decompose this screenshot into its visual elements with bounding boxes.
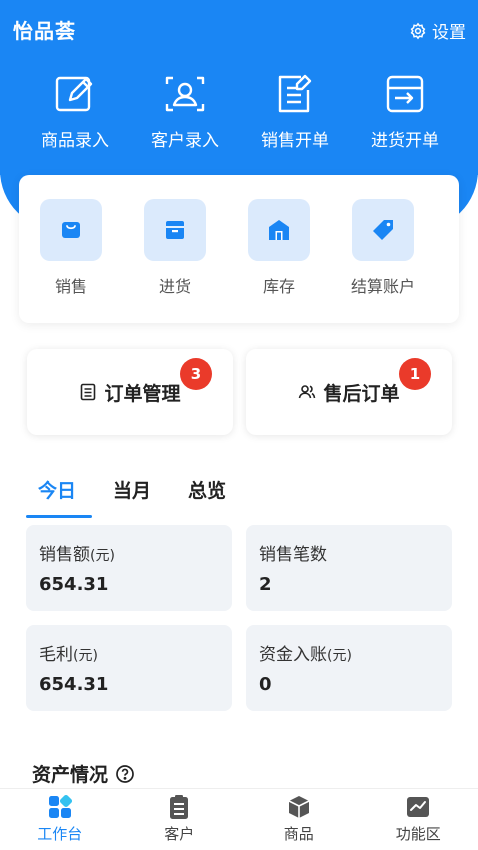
quick-label: 商品录入 xyxy=(41,131,109,151)
bottom-nav: 工作台 客户 商品 功能区 xyxy=(0,788,478,850)
order-count-badge: 3 xyxy=(180,358,212,390)
tab-overview[interactable]: 总览 xyxy=(188,476,226,503)
stat-card-gross-profit: 毛利(元) 654.31 xyxy=(26,625,232,711)
stat-label-row: 销售额(元) xyxy=(39,540,219,565)
panel-item-inventory[interactable]: 库存 xyxy=(227,199,331,323)
order-card-label: 售后订单 xyxy=(323,382,400,405)
stat-label-row: 销售笔数 xyxy=(259,540,439,565)
assets-title: 资产情况 xyxy=(32,764,109,786)
cube-icon xyxy=(288,796,310,818)
order-management-card[interactable]: 订单管理 3 xyxy=(27,349,233,435)
stat-card-funds-received: 资金入账(元) 0 xyxy=(246,625,452,711)
panel-item-accounts[interactable]: 结算账户 xyxy=(331,199,435,323)
inbox-arrow-icon xyxy=(386,75,424,113)
stat-value: 654.31 xyxy=(39,574,109,595)
quick-customer-entry[interactable]: 客户录入 xyxy=(130,72,240,151)
nav-label: 工作台 xyxy=(37,825,83,843)
settings-label: 设置 xyxy=(432,23,466,43)
stat-value: 2 xyxy=(259,574,272,595)
help-circle-icon[interactable] xyxy=(115,764,135,784)
stat-card-sales-count: 销售笔数 2 xyxy=(246,525,452,611)
quick-product-entry[interactable]: 商品录入 xyxy=(20,72,130,151)
quick-actions: 商品录入 客户录入 销售开单 进货开单 xyxy=(20,72,460,151)
nav-workbench[interactable]: 工作台 xyxy=(0,789,120,850)
stat-label: 资金入账 xyxy=(259,645,327,665)
gear-icon xyxy=(410,22,426,39)
nav-label: 客户 xyxy=(164,825,195,843)
function-panel: 销售 进货 库存 结算账户 xyxy=(19,175,459,323)
stat-value: 654.31 xyxy=(39,674,109,695)
warehouse-icon xyxy=(269,220,289,240)
stat-label: 毛利 xyxy=(39,645,73,665)
stat-label-row: 毛利(元) xyxy=(39,640,219,665)
brand-title: 怡品荟 xyxy=(13,19,76,43)
panel-item-sales[interactable]: 销售 xyxy=(19,199,123,323)
chart-window-icon xyxy=(407,797,430,817)
panel-item-purchase[interactable]: 进货 xyxy=(123,199,227,323)
quick-purchase-order[interactable]: 进货开单 xyxy=(350,72,460,151)
order-card-label: 订单管理 xyxy=(104,382,181,405)
panel-icon-box xyxy=(248,199,310,261)
dashboard-icon xyxy=(48,794,72,818)
doc-write-icon xyxy=(278,74,312,113)
active-tab-indicator xyxy=(26,515,92,518)
after-sales-badge: 1 xyxy=(399,358,431,390)
nav-functions[interactable]: 功能区 xyxy=(359,789,478,850)
stat-label: 销售笔数 xyxy=(259,545,327,565)
after-sales-card[interactable]: 售后订单 1 xyxy=(246,349,452,435)
stats-tabs: 今日 当月 总览 xyxy=(38,476,226,503)
panel-label: 销售 xyxy=(54,277,87,296)
nav-label: 功能区 xyxy=(395,825,441,843)
bag-icon xyxy=(62,222,80,238)
quick-label: 客户录入 xyxy=(151,131,219,151)
tab-month[interactable]: 当月 xyxy=(113,476,151,503)
nav-label: 商品 xyxy=(283,825,314,843)
nav-customers[interactable]: 客户 xyxy=(120,789,240,850)
tag-icon xyxy=(373,220,393,240)
panel-icon-box xyxy=(352,199,414,261)
stat-label: 销售额 xyxy=(39,545,90,565)
stat-unit: (元) xyxy=(327,648,352,664)
box-icon xyxy=(166,221,184,239)
panel-label: 进货 xyxy=(158,277,191,296)
panel-label: 结算账户 xyxy=(350,277,415,296)
quick-sales-order[interactable]: 销售开单 xyxy=(240,72,350,151)
user-card-icon xyxy=(165,76,205,112)
settings-button[interactable]: 设置 xyxy=(409,18,466,43)
stat-label-row: 资金入账(元) xyxy=(259,640,439,665)
tab-today[interactable]: 今日 xyxy=(38,476,76,503)
stat-value: 0 xyxy=(259,674,272,695)
quick-label: 进货开单 xyxy=(371,131,439,151)
assets-section-title: 资产情况 xyxy=(32,760,135,787)
quick-label: 销售开单 xyxy=(261,131,329,151)
panel-icon-box xyxy=(144,199,206,261)
edit-icon xyxy=(55,76,93,112)
clipboard-icon xyxy=(170,795,189,819)
users-icon xyxy=(299,385,316,399)
list-icon xyxy=(81,383,96,401)
panel-label: 库存 xyxy=(262,277,295,296)
stat-unit: (元) xyxy=(90,548,115,564)
panel-icon-box xyxy=(40,199,102,261)
stat-card-sales-amount: 销售额(元) 654.31 xyxy=(26,525,232,611)
nav-products[interactable]: 商品 xyxy=(239,789,359,850)
stat-unit: (元) xyxy=(73,648,98,664)
